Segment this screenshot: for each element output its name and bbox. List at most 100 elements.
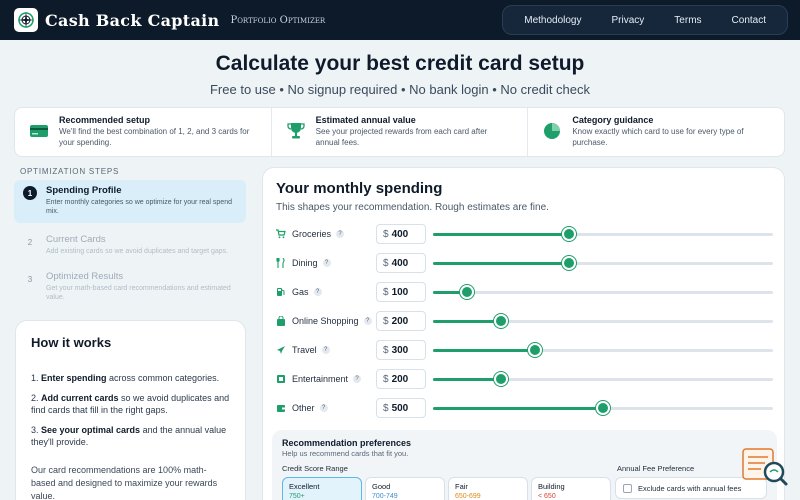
step-desc: Enter monthly categories so we optimize … bbox=[46, 199, 232, 216]
top-navbar: Cash Back Captain Portfolio Optimizer Me… bbox=[0, 0, 800, 40]
how-it-works-title: How it works bbox=[31, 335, 112, 350]
preferences-title: Recommendation preferences bbox=[282, 438, 412, 448]
checkbox-label: Exclude cards with annual fees bbox=[638, 483, 742, 493]
checkbox[interactable] bbox=[623, 483, 632, 493]
credit-option-name: Building bbox=[538, 482, 565, 491]
brand[interactable]: Cash Back Captain Portfolio Optimizer bbox=[14, 8, 325, 32]
help-icon[interactable]: ? bbox=[336, 230, 345, 238]
slider-other[interactable] bbox=[433, 397, 773, 419]
slider-thumb[interactable] bbox=[562, 227, 576, 241]
amount-input-groceries[interactable]: $400 bbox=[376, 224, 426, 244]
help-icon[interactable]: ? bbox=[319, 404, 328, 412]
compass-logo-icon bbox=[14, 8, 38, 32]
help-icon[interactable]: ? bbox=[353, 375, 362, 383]
step-title: Current Cards bbox=[46, 234, 106, 245]
slider-entertainment[interactable] bbox=[433, 368, 773, 390]
amount-input-travel[interactable]: $300 bbox=[376, 340, 426, 360]
step-optimized-results[interactable]: 3 Optimized Results Get your math-based … bbox=[14, 266, 246, 306]
slider-dining[interactable] bbox=[433, 252, 773, 274]
slider-thumb[interactable] bbox=[596, 401, 610, 415]
category-label: Entertainment bbox=[292, 374, 349, 384]
gas-pump-icon bbox=[277, 288, 285, 296]
amount-input-gas[interactable]: $100 bbox=[376, 282, 426, 302]
slider-thumb[interactable] bbox=[494, 314, 508, 328]
credit-option-name: Fair bbox=[455, 482, 468, 491]
slider-online-shopping[interactable] bbox=[433, 310, 773, 332]
slider-travel[interactable] bbox=[433, 339, 773, 361]
slider-thumb[interactable] bbox=[494, 372, 508, 386]
slider-thumb[interactable] bbox=[528, 343, 542, 357]
credit-option-excellent[interactable]: Excellent 750+ bbox=[282, 477, 362, 500]
page-subtitle: Free to use • No signup required • No ba… bbox=[209, 82, 590, 97]
help-icon[interactable]: ? bbox=[322, 259, 331, 267]
feature-annual-value: Estimated annual value See your projecte… bbox=[270, 108, 528, 156]
chat-search-widget[interactable] bbox=[741, 447, 789, 489]
spending-row-online-shopping: Online Shopping ? $200 bbox=[276, 310, 776, 332]
credit-option-building[interactable]: Building < 650 bbox=[531, 477, 611, 500]
step-number: 3 bbox=[27, 274, 33, 284]
spending-panel: Your monthly spending This shapes your r… bbox=[262, 167, 785, 500]
film-icon bbox=[277, 375, 285, 383]
help-icon[interactable]: ? bbox=[313, 288, 322, 296]
step-title: Spending Profile bbox=[46, 185, 122, 196]
amount-input-other[interactable]: $500 bbox=[376, 398, 426, 418]
spending-row-groceries: Groceries ? $400 bbox=[276, 223, 776, 245]
nav-link-terms[interactable]: Terms bbox=[659, 15, 716, 26]
spending-row-entertainment: Entertainment ? $200 bbox=[276, 368, 776, 390]
feature-category-guidance: Category guidance Know exactly which car… bbox=[527, 108, 784, 156]
shopping-bag-icon bbox=[277, 316, 285, 326]
credit-option-range: < 650 bbox=[538, 493, 556, 500]
brand-tagline: Portfolio Optimizer bbox=[230, 14, 326, 26]
feature-desc: See your projected rewards from each car… bbox=[315, 127, 488, 147]
spending-row-travel: Travel ? $300 bbox=[276, 339, 776, 361]
slider-thumb[interactable] bbox=[562, 256, 576, 270]
step-desc: Get your math-based card recommendations… bbox=[46, 285, 231, 302]
how-step: 1. Enter spending across common categori… bbox=[31, 373, 220, 383]
category-label: Groceries bbox=[292, 229, 332, 239]
credit-card-icon bbox=[30, 125, 48, 137]
credit-option-range: 650-699 bbox=[455, 493, 481, 500]
spending-row-other: Other ? $500 bbox=[276, 397, 776, 419]
feature-strip: Recommended setup We'll find the best co… bbox=[14, 107, 785, 157]
how-it-works-list: 1. Enter spending across common categori… bbox=[31, 372, 230, 449]
credit-option-range: 750+ bbox=[289, 493, 305, 500]
nav-link-contact[interactable]: Contact bbox=[717, 15, 781, 26]
slider-gas[interactable] bbox=[433, 281, 773, 303]
spending-row-gas: Gas ? $100 bbox=[276, 281, 776, 303]
credit-option-good[interactable]: Good 700-749 bbox=[365, 477, 445, 500]
nav-menu: Methodology Privacy Terms Contact bbox=[502, 5, 788, 35]
feature-desc: Know exactly which card to use for every… bbox=[572, 127, 744, 147]
feature-title: Category guidance bbox=[572, 115, 654, 125]
annual-fee-label: Annual Fee Preference bbox=[617, 464, 695, 473]
nav-link-methodology[interactable]: Methodology bbox=[509, 15, 596, 26]
help-icon[interactable]: ? bbox=[363, 317, 372, 325]
credit-option-fair[interactable]: Fair 650-699 bbox=[448, 477, 528, 500]
slider-thumb[interactable] bbox=[460, 285, 474, 299]
trophy-icon bbox=[287, 123, 305, 139]
plane-icon bbox=[277, 346, 285, 354]
help-icon[interactable]: ? bbox=[321, 346, 330, 354]
spending-row-dining: Dining ? $400 bbox=[276, 252, 776, 274]
amount-input-entertainment[interactable]: $200 bbox=[376, 369, 426, 389]
pie-chart-icon bbox=[544, 123, 561, 139]
utensils-icon bbox=[276, 258, 285, 268]
feature-desc: We'll find the best combination of 1, 2,… bbox=[59, 127, 250, 147]
slider-groceries[interactable] bbox=[433, 223, 773, 245]
credit-option-range: 700-749 bbox=[372, 493, 398, 500]
category-label: Gas bbox=[292, 287, 309, 297]
brand-name: Cash Back Captain bbox=[45, 10, 220, 30]
step-number: 2 bbox=[27, 237, 33, 247]
page-title: Calculate your best credit card setup bbox=[215, 52, 585, 75]
feature-title: Recommended setup bbox=[59, 115, 151, 125]
amount-input-dining[interactable]: $400 bbox=[376, 253, 426, 273]
amount-input-online-shopping[interactable]: $200 bbox=[376, 311, 426, 331]
feature-title: Estimated annual value bbox=[315, 115, 416, 125]
how-it-works-card: How it works 1. Enter spending across co… bbox=[15, 320, 246, 500]
nav-link-privacy[interactable]: Privacy bbox=[597, 15, 660, 26]
steps-heading: OPTIMIZATION STEPS bbox=[20, 167, 120, 176]
step-current-cards[interactable]: 2 Current Cards Add existing cards so we… bbox=[14, 229, 246, 265]
credit-option-name: Excellent bbox=[289, 482, 320, 491]
step-spending-profile[interactable]: 1 Spending Profile Enter monthly categor… bbox=[14, 180, 246, 223]
how-step: 3. See your optimal cards and the annual… bbox=[31, 424, 227, 448]
recommendation-preferences: Recommendation preferences Help us recom… bbox=[272, 430, 777, 500]
